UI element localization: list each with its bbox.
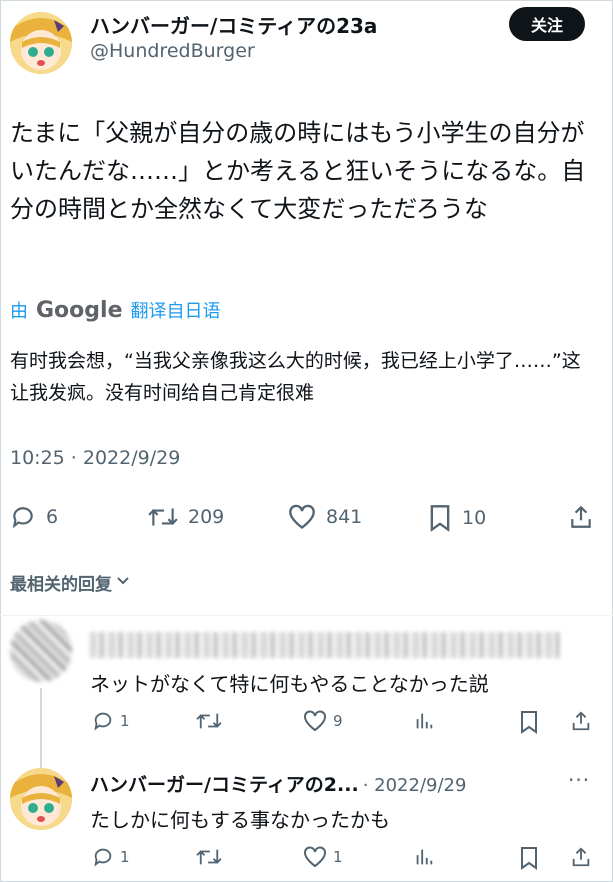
reply-date[interactable]: · 2022/9/29 [363,775,467,796]
translated-by-prefix: 由 [10,301,28,322]
bookmark-stat[interactable]: 10 [428,504,486,532]
reply-2-like-stat[interactable]: 1 [303,846,343,868]
share-icon [568,504,594,530]
reply-icon [92,710,114,732]
reply-2-views-stat[interactable] [413,846,435,868]
translated-from-label: 翻译自日语 [130,301,221,322]
thread-connector-line [40,688,42,768]
reply-2-retweet-stat[interactable] [196,846,222,868]
reply-text: たしかに何もする事なかったかも [90,808,390,832]
translated-text: 有时我会想，“当我父亲像我这么大的时候，我已经上小学了……”这让我发疯。没有时间… [10,350,581,404]
reply-1-reply-stat[interactable]: 1 [92,710,130,732]
replies-sort-label: 最相关的回复 [10,575,112,595]
reply-icon [10,504,36,530]
google-logo: Google [36,297,123,323]
bookmark-count: 10 [462,507,487,529]
reply-2-reply-count: 1 [120,848,130,866]
reply-2-bookmark-stat[interactable] [519,846,539,870]
chevron-down-icon [116,573,130,593]
reply-1-bookmark-stat[interactable] [519,710,539,734]
reply-1-views-stat[interactable] [413,710,435,732]
author-avatar[interactable] [10,12,72,74]
reply-2-reply-stat[interactable]: 1 [92,846,130,868]
tweet-text: たまに「父親が自分の歳の時にはもう小学生の自分がいたんだな……」とか考えると狂い… [10,119,586,223]
share-icon [570,710,592,732]
like-count: 841 [326,506,363,528]
translation-attribution[interactable]: 由 Google 翻译自日语 [10,297,221,323]
bookmark-icon [428,504,452,532]
section-divider [0,615,613,616]
retweet-icon [196,710,222,732]
like-icon [303,710,327,732]
analytics-icon [413,710,435,732]
bookmark-icon [519,710,539,734]
reply-1-like-stat[interactable]: 9 [303,710,343,732]
reply-2-share-stat[interactable] [570,846,592,868]
author-display-name[interactable]: ハンバーガー/コミティアの23a [90,10,377,39]
reply-1-retweet-stat[interactable] [196,710,222,732]
replies-sort-toggle[interactable]: 最相关的回复 [10,570,130,595]
reply-1-reply-count: 1 [120,712,130,730]
like-stat[interactable]: 841 [288,504,362,530]
reply-1-share-stat[interactable] [570,710,592,732]
retweet-icon [148,504,178,530]
like-icon [303,846,327,868]
reply-stat[interactable]: 6 [10,504,58,530]
reply-author-name[interactable]: ハンバーガー/コミティアの2... [90,770,359,797]
reply-2-like-count: 1 [333,848,343,866]
tweet-timestamp[interactable]: 10:25 · 2022/9/29 [10,447,180,469]
reply-text: ネットがなくて特に何もやることなかった説 [90,672,489,696]
reply-author-avatar[interactable] [10,768,72,830]
retweet-count: 209 [188,506,225,528]
author-handle[interactable]: @HundredBurger [90,40,255,62]
analytics-icon [413,846,435,868]
reply-author-header: ハンバーガー/コミティアの2... · 2022/9/29 [90,770,466,797]
more-options-icon[interactable]: ··· [568,768,590,792]
share-button[interactable] [568,504,594,530]
reply-author-blurred [90,632,560,658]
reply-count: 6 [46,506,59,528]
follow-button[interactable]: 关注 [509,7,585,41]
reply-icon [92,846,114,868]
retweet-icon [196,846,222,868]
reply-1-like-count: 9 [333,712,343,730]
reply-avatar-blurred[interactable] [10,620,72,682]
retweet-stat[interactable]: 209 [148,504,224,530]
bookmark-icon [519,846,539,870]
like-icon [288,504,316,530]
share-icon [570,846,592,868]
